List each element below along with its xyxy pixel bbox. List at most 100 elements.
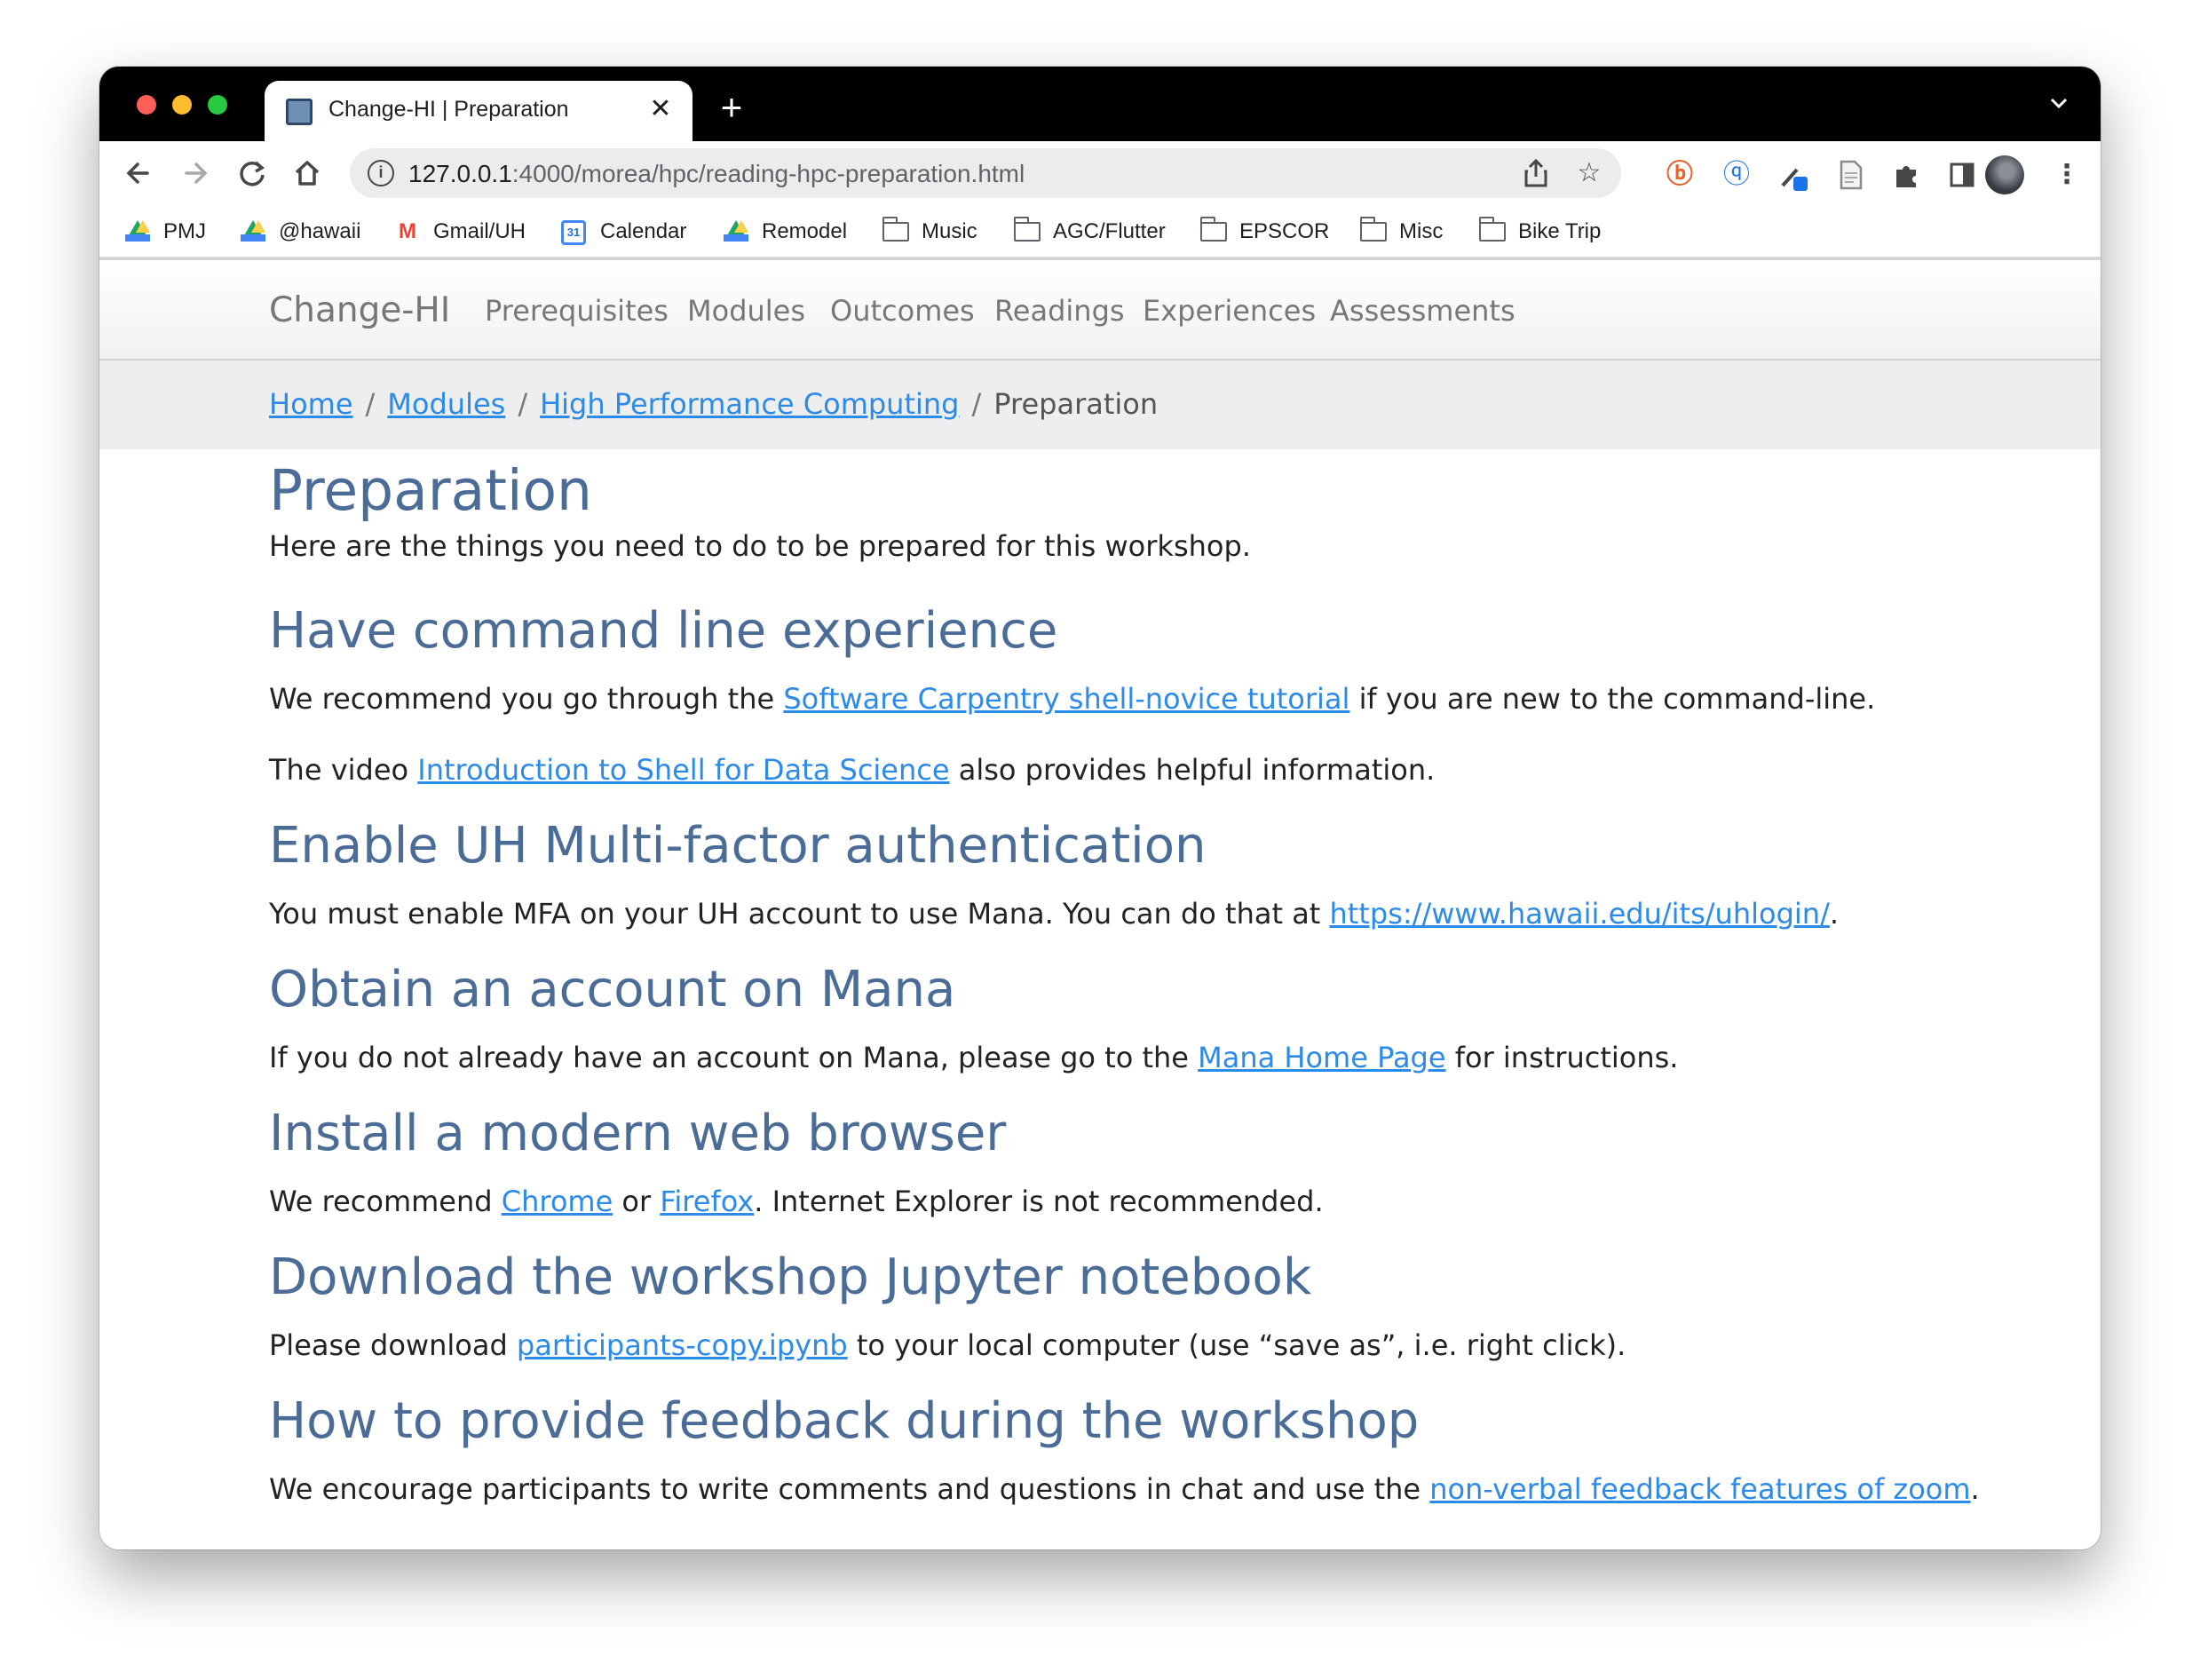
bookmark-hawaii[interactable]: @hawaii — [240, 214, 360, 250]
bookmark-label: Calendar — [600, 219, 687, 243]
bookmark-label: Gmail/UH — [433, 219, 526, 243]
url-text[interactable]: 127.0.0.1:4000/morea/hpc/reading-hpc-pre… — [408, 160, 1025, 188]
bitly-extension-icon[interactable]: ⓑ — [1662, 157, 1697, 193]
link-participants-notebook[interactable]: participants-copy.ipynb — [517, 1328, 848, 1362]
breadcrumb-bar: Home / Modules / High Performance Computing /… — [99, 361, 2101, 449]
folder-icon — [1478, 217, 1506, 243]
paragraph-web-browser: We recommend Chrome or Firefox. Internet… — [269, 1185, 1324, 1218]
google-drive-icon — [124, 220, 151, 243]
link-firefox[interactable]: Firefox — [660, 1185, 754, 1218]
bookmark-folder-misc[interactable]: Misc — [1359, 214, 1444, 250]
paragraph-mfa: You must enable MFA on your UH account t… — [269, 897, 1840, 931]
zoom-window-button[interactable] — [208, 95, 227, 115]
bookmark-label: AGC/Flutter — [1053, 219, 1166, 243]
link-uhlogin[interactable]: https://www.hawaii.edu/its/uhlogin/ — [1330, 897, 1830, 931]
share-icon[interactable] — [1518, 155, 1554, 191]
new-tab-button[interactable]: + — [712, 88, 751, 127]
bookmark-folder-bike-trip[interactable]: Bike Trip — [1478, 214, 1601, 250]
bookmark-calendar[interactable]: 31 Calendar — [561, 214, 686, 250]
tab-close-icon[interactable]: ✕ — [645, 93, 677, 125]
breadcrumb: Home / Modules / High Performance Computing /… — [269, 387, 1158, 421]
extensions-puzzle-icon[interactable] — [1889, 157, 1925, 193]
reload-button[interactable] — [229, 150, 275, 196]
link-intro-shell-data-science[interactable]: Introduction to Shell for Data Science — [417, 753, 949, 787]
bookmark-label: EPSCOR — [1239, 219, 1330, 243]
nav-experiences[interactable]: Experiences — [1143, 294, 1316, 328]
heading-web-browser: Install a modern web browser — [269, 1105, 1007, 1162]
gmail-icon: M — [399, 219, 416, 243]
profile-avatar[interactable] — [1985, 155, 2024, 194]
color-picker-extension-icon[interactable] — [1776, 157, 1811, 193]
tab-strip: Change-HI | Preparation ✕ + — [99, 67, 2101, 141]
link-zoom-feedback[interactable]: non-verbal feedback features of zoom — [1429, 1472, 1970, 1506]
link-mana-home-page[interactable]: Mana Home Page — [1198, 1041, 1445, 1074]
breadcrumb-current: Preparation — [993, 387, 1159, 421]
bookmark-label: PMJ — [163, 219, 206, 243]
url-path: :4000/morea/hpc/reading-hpc-preparation.… — [511, 160, 1025, 187]
intro-paragraph: Here are the things you need to do to be… — [269, 529, 1251, 563]
bookmark-label: Remodel — [762, 219, 848, 243]
bookmark-label: Misc — [1399, 219, 1444, 243]
bookmark-folder-music[interactable]: Music — [882, 214, 977, 250]
bookmark-gmail-uh[interactable]: M Gmail/UH — [394, 214, 526, 250]
nav-prerequisites[interactable]: Prerequisites — [485, 294, 669, 328]
folder-icon — [882, 217, 909, 243]
paragraph-notebook: Please download participants-copy.ipynb … — [269, 1328, 1626, 1362]
folder-icon — [1013, 217, 1041, 243]
breadcrumb-separator: / — [365, 387, 376, 421]
forward-button[interactable] — [172, 150, 218, 196]
browser-window: Change-HI | Preparation ✕ + i 127.0.0.1:… — [99, 67, 2101, 1549]
breadcrumb-home-link[interactable]: Home — [269, 387, 353, 421]
url-host: 127.0.0.1 — [408, 160, 512, 187]
nav-modules[interactable]: Modules — [687, 294, 805, 328]
browser-menu-icon[interactable]: ⋮ — [2049, 157, 2085, 193]
web-page: Change-HI Prerequisites Modules Outcomes… — [99, 258, 2101, 1549]
bookmark-star-icon[interactable]: ☆ — [1571, 155, 1607, 191]
folder-icon — [1199, 217, 1227, 243]
folder-icon — [1359, 217, 1387, 243]
breadcrumb-module-link[interactable]: High Performance Computing — [540, 387, 959, 421]
bookmark-pmj[interactable]: PMJ — [124, 214, 206, 250]
bookmark-folder-agc-flutter[interactable]: AGC/Flutter — [1013, 214, 1166, 250]
bookmark-label: @hawaii — [279, 219, 361, 243]
bookmark-remodel[interactable]: Remodel — [723, 214, 847, 250]
tab-title: Change-HI | Preparation — [328, 97, 569, 122]
paragraph-feedback: We encourage participants to write comme… — [269, 1472, 1980, 1506]
document-extension-icon[interactable] — [1832, 157, 1868, 193]
link-chrome[interactable]: Chrome — [502, 1185, 613, 1218]
browser-toolbar: i 127.0.0.1:4000/morea/hpc/reading-hpc-p… — [99, 141, 2101, 205]
paragraph-mana-account: If you do not already have an account on… — [269, 1041, 1679, 1074]
heading-mana-account: Obtain an account on Mana — [269, 961, 956, 1018]
active-tab[interactable]: Change-HI | Preparation ✕ — [265, 81, 692, 141]
link-shell-novice-tutorial[interactable]: Software Carpentry shell-novice tutorial — [783, 682, 1349, 716]
heading-feedback: How to provide feedback during the works… — [269, 1392, 1420, 1450]
nav-readings[interactable]: Readings — [994, 294, 1125, 328]
site-navbar: Change-HI Prerequisites Modules Outcomes… — [99, 258, 2101, 361]
close-window-button[interactable] — [137, 95, 156, 115]
side-panel-icon[interactable] — [1944, 157, 1980, 193]
paragraph-command-line: We recommend you go through the Software… — [269, 682, 1876, 716]
bookmark-label: Music — [922, 219, 977, 243]
page-favicon-icon — [286, 99, 313, 125]
password-extension-icon[interactable]: ⓠ — [1719, 157, 1754, 193]
breadcrumb-separator: / — [971, 387, 982, 421]
tab-search-chevron-icon[interactable] — [2044, 91, 2074, 122]
nav-assessments[interactable]: Assessments — [1330, 294, 1515, 328]
back-button[interactable] — [115, 150, 162, 196]
heading-command-line: Have command line experience — [269, 602, 1058, 660]
bookmark-folder-epscor[interactable]: EPSCOR — [1199, 214, 1330, 250]
minimize-window-button[interactable] — [172, 95, 192, 115]
heading-mfa: Enable UH Multi-factor authentication — [269, 817, 1207, 875]
site-info-icon[interactable]: i — [368, 160, 394, 186]
page-title: Preparation — [269, 458, 592, 523]
google-drive-icon — [723, 220, 749, 243]
bookmarks-bar: PMJ @hawaii M Gmail/UH 31 Calendar Remod… — [99, 205, 2101, 258]
breadcrumb-separator: / — [518, 387, 528, 421]
home-button[interactable] — [284, 150, 330, 196]
breadcrumb-modules-link[interactable]: Modules — [387, 387, 505, 421]
address-bar[interactable]: i 127.0.0.1:4000/morea/hpc/reading-hpc-p… — [350, 148, 1621, 198]
nav-outcomes[interactable]: Outcomes — [830, 294, 975, 328]
site-brand-link[interactable]: Change-HI — [269, 290, 450, 330]
heading-notebook: Download the workshop Jupyter notebook — [269, 1248, 1312, 1306]
paragraph-shell-video: The video Introduction to Shell for Data… — [269, 753, 1436, 787]
